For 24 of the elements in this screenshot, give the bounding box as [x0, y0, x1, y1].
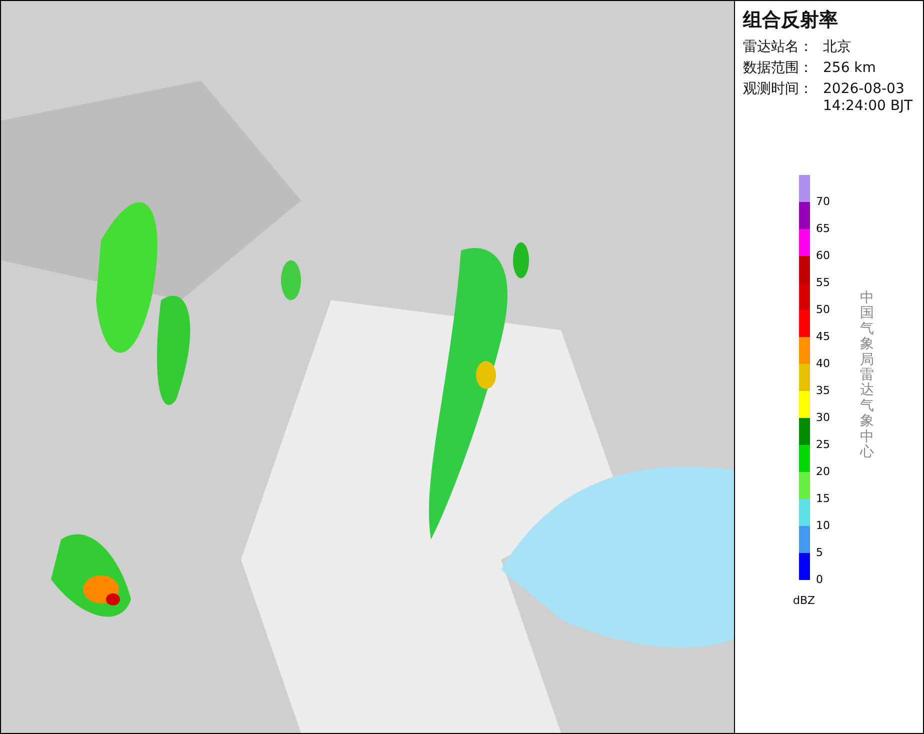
unit-label: dBZ: [793, 594, 816, 607]
legend-label: 65: [816, 223, 830, 235]
info-label: 数据范围：: [743, 60, 814, 77]
legend-label: 5: [816, 547, 823, 559]
legend-label: 50: [816, 304, 830, 316]
info-value: 2026-08-03 14:24:00 BJT: [823, 81, 914, 115]
legend-label: 70: [816, 196, 830, 208]
info-label: 观测时间：: [743, 81, 814, 99]
info-value: 北京: [823, 39, 852, 56]
info-value: 256 km: [823, 60, 877, 77]
legend-label: 30: [816, 412, 830, 424]
panel-title: 组合反射率: [743, 8, 839, 33]
legend-label: 25: [816, 439, 830, 451]
legend-label: 60: [816, 250, 830, 262]
legend-label: 40: [816, 358, 830, 370]
info-label: 雷达站名：: [743, 39, 814, 56]
legend-label: 20: [816, 466, 830, 478]
credit-text: 中国气象局雷达气象中心: [860, 291, 874, 460]
legend-label: 15: [816, 493, 830, 505]
legend-label: 10: [816, 520, 830, 532]
legend-label: 45: [816, 331, 830, 343]
legend-label: 0: [816, 574, 823, 586]
legend-label: 35: [816, 385, 830, 397]
legend-label: 55: [816, 277, 830, 289]
